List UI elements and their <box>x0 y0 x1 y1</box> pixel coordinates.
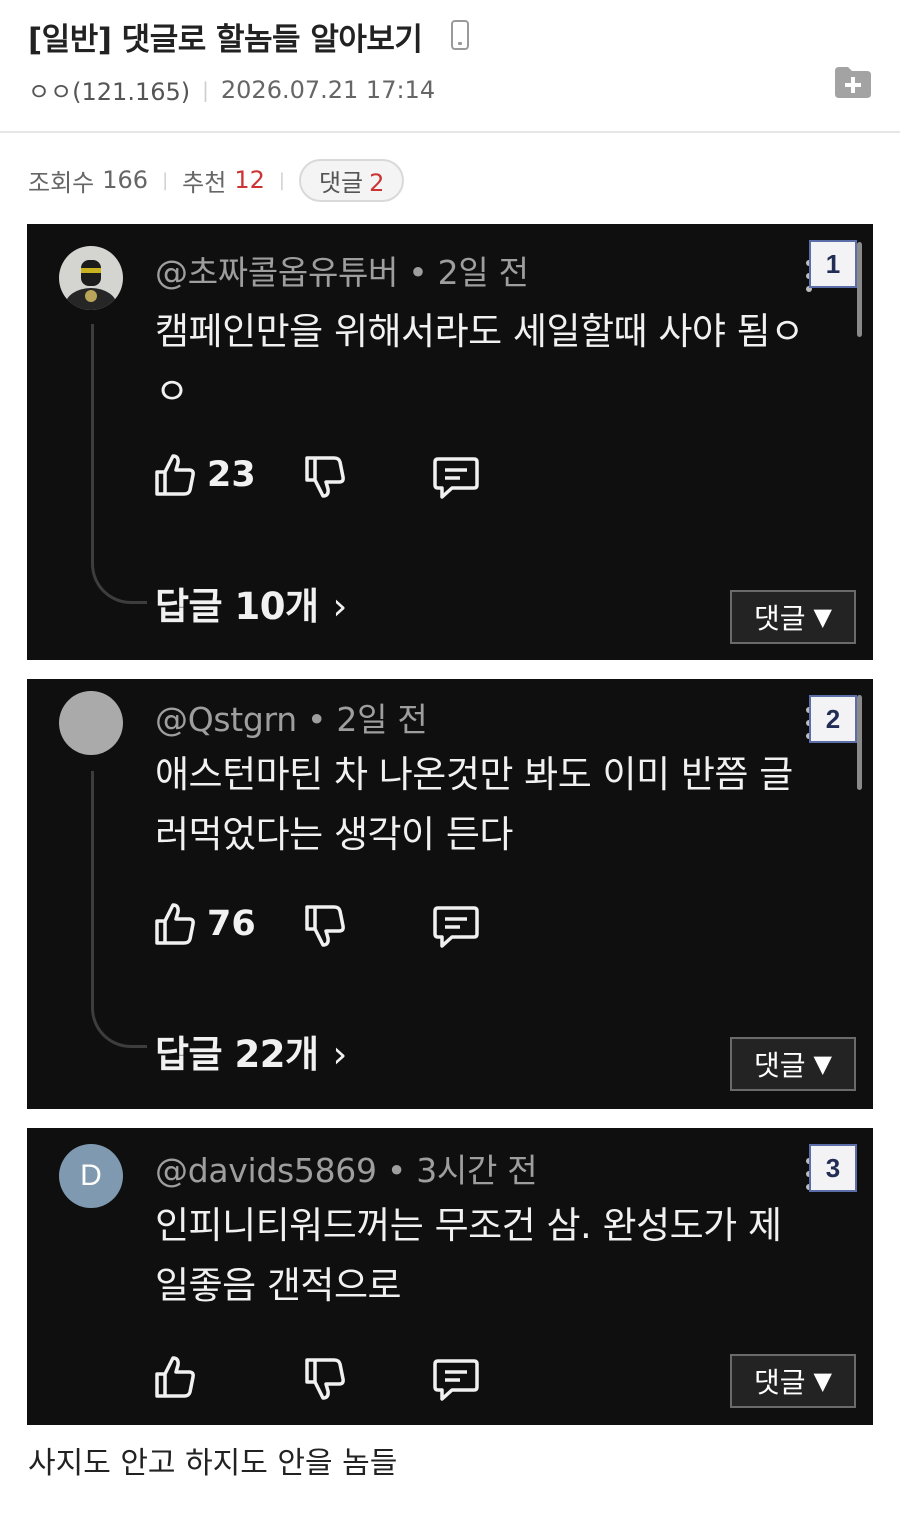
thumbs-down-icon <box>305 1358 345 1400</box>
thumbs-up-icon <box>155 903 195 945</box>
comment-bubble-icon <box>433 906 479 948</box>
scrollbar[interactable] <box>857 242 862 337</box>
post-header: [일반] 댓글로 할놈들 알아보기 ㅇㅇ(121.165) | 2026.07.… <box>0 0 900 133</box>
comments-count: 2 <box>369 168 385 197</box>
like-count: 23 <box>207 455 256 495</box>
comments-button[interactable]: 댓글 2 <box>298 158 405 202</box>
comment-card: @초짜콜옵유튜버 • 2일 전 1 캠페인만을 위해서라도 세일할때 사야 됨ㅇ… <box>27 224 873 660</box>
comment-card: @Qstgrn • 2일 전 2 애스턴마틴 차 나온것만 봐도 이미 반쯤 글… <box>27 679 873 1109</box>
avatar[interactable] <box>59 246 123 310</box>
recommend-count: 12 <box>234 166 265 194</box>
dislike-button[interactable] <box>303 454 347 500</box>
reply-action-button[interactable] <box>432 904 480 950</box>
thumbs-down-icon <box>305 905 345 947</box>
reply-button-label: 댓글 <box>754 602 806 635</box>
post-author[interactable]: ㅇㅇ(121.165) <box>28 72 190 107</box>
stats-divider: | <box>162 169 169 191</box>
thumbs-up-icon <box>155 454 195 496</box>
soldier-avatar-icon <box>59 246 123 310</box>
comment-text: 애스턴마틴 차 나온것만 봐도 이미 반쯤 글러먹었다는 생각이 든다 <box>155 753 793 856</box>
comment-number-badge: 1 <box>809 240 857 288</box>
mobile-phone-icon <box>451 20 469 50</box>
post-stats: 조회수 166 | 추천 12 | 댓글 2 <box>28 158 405 202</box>
dislike-button[interactable] <box>303 903 347 949</box>
comment-bubble-icon <box>433 457 479 499</box>
view-replies-link[interactable]: 답글 10개 › <box>155 576 347 630</box>
comment-bubble-icon <box>433 1359 479 1401</box>
chevron-right-icon: › <box>332 1033 348 1076</box>
views-label: 조회수 <box>28 168 95 197</box>
post-title: [일반] 댓글로 할놈들 알아보기 <box>28 22 423 58</box>
avatar[interactable] <box>59 691 123 755</box>
meta-divider: | <box>202 77 209 102</box>
reply-button[interactable]: 댓글 ▼ <box>730 590 856 644</box>
like-button[interactable]: 76 <box>153 901 256 947</box>
comment-card: D @davids5869 • 3시간 전 3 인피니티워드꺼는 무조건 삼. … <box>27 1128 873 1425</box>
post-body-text: 사지도 안고 하지도 안을 놈들 <box>28 1446 398 1481</box>
post-date: 2026.07.21 17:14 <box>220 75 436 104</box>
caret-down-icon: ▼ <box>813 1050 832 1078</box>
comments-label: 댓글 <box>318 168 364 197</box>
scrollbar[interactable] <box>857 695 862 790</box>
like-button[interactable] <box>153 1354 197 1400</box>
comment-text: 캠페인만을 위해서라도 세일할때 사야 됨ㅇㅇ <box>155 310 804 413</box>
post-meta: ㅇㅇ(121.165) | 2026.07.21 17:14 <box>28 72 435 107</box>
folder-plus-icon[interactable] <box>833 65 873 99</box>
chevron-right-icon: › <box>332 585 348 628</box>
thumbs-up-icon <box>155 1356 195 1398</box>
recommend-label: 추천 <box>182 168 227 197</box>
reply-action-button[interactable] <box>432 455 480 501</box>
like-button[interactable]: 23 <box>153 452 256 498</box>
reply-action-button[interactable] <box>432 1357 480 1403</box>
avatar[interactable]: D <box>59 1144 123 1208</box>
dislike-button[interactable] <box>303 1356 347 1402</box>
thread-line <box>91 324 147 604</box>
comment-text: 인피니티워드꺼는 무조건 삼. 완성도가 제일좋음 갠적으로 <box>155 1204 782 1307</box>
views-count: 166 <box>102 166 149 194</box>
like-count: 76 <box>207 904 256 944</box>
view-replies-link[interactable]: 답글 22개 › <box>155 1024 347 1078</box>
reply-button[interactable]: 댓글 ▼ <box>730 1354 856 1408</box>
comment-byline: @davids5869 • 3시간 전 <box>155 1151 538 1190</box>
comment-number-badge: 2 <box>809 695 857 743</box>
comment-number-badge: 3 <box>809 1144 857 1192</box>
thread-line <box>91 771 147 1048</box>
reply-button-label: 댓글 <box>754 1049 806 1082</box>
caret-down-icon: ▼ <box>813 1367 832 1395</box>
caret-down-icon: ▼ <box>813 603 832 631</box>
reply-button[interactable]: 댓글 ▼ <box>730 1037 856 1091</box>
stats-divider: | <box>278 169 285 191</box>
comment-byline: @Qstgrn • 2일 전 <box>155 700 428 739</box>
reply-button-label: 댓글 <box>754 1366 806 1399</box>
comment-byline: @초짜콜옵유튜버 • 2일 전 <box>155 253 529 292</box>
thumbs-down-icon <box>305 456 345 498</box>
replies-count: 답글 22개 <box>155 1033 319 1076</box>
replies-count: 답글 10개 <box>155 585 319 628</box>
